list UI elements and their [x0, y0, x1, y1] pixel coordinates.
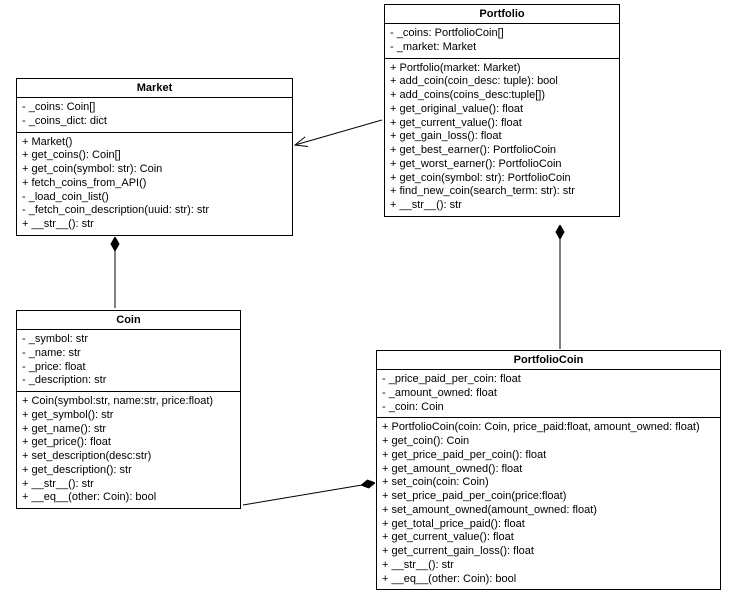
class-name: Market	[17, 79, 292, 98]
member-row: + get_coin(symbol: str): PortfolioCoin	[390, 172, 614, 186]
member-row: + fetch_coins_from_API()	[22, 177, 287, 191]
comp-portfoliocoin-coin	[243, 483, 374, 505]
member-row: + Market()	[22, 136, 287, 150]
member-row: + __str__(): str	[390, 199, 614, 213]
member-row: - _coins: Coin[]	[22, 101, 287, 115]
member-row: + get_coins(): Coin[]	[22, 149, 287, 163]
member-row: + get_best_earner(): PortfolioCoin	[390, 144, 614, 158]
member-row: + get_description(): str	[22, 464, 235, 478]
class-name: Portfolio	[385, 5, 619, 24]
class-methods: + Coin(symbol:str, name:str, price:float…	[17, 392, 240, 508]
member-row: + Coin(symbol:str, name:str, price:float…	[22, 395, 235, 409]
class-portfolio: Portfolio - _coins: PortfolioCoin[]- _ma…	[384, 4, 620, 217]
member-row: + __str__(): str	[382, 559, 715, 573]
member-row: - _amount_owned: float	[382, 387, 715, 401]
member-row: + set_description(desc:str)	[22, 450, 235, 464]
class-market: Market - _coins: Coin[]- _coins_dict: di…	[16, 78, 293, 236]
class-attrs: - _coins: PortfolioCoin[]- _market: Mark…	[385, 24, 619, 59]
class-methods: + PortfolioCoin(coin: Coin, price_paid:f…	[377, 418, 720, 589]
class-name: PortfolioCoin	[377, 351, 720, 370]
member-row: - _symbol: str	[22, 333, 235, 347]
member-row: + get_coin(symbol: str): Coin	[22, 163, 287, 177]
class-name: Coin	[17, 311, 240, 330]
member-row: + add_coins(coins_desc:tuple[])	[390, 89, 614, 103]
class-attrs: - _coins: Coin[]- _coins_dict: dict	[17, 98, 292, 133]
member-row: + __str__(): str	[22, 218, 287, 232]
member-row: - _fetch_coin_description(uuid: str): st…	[22, 204, 287, 218]
member-row: + Portfolio(market: Market)	[390, 62, 614, 76]
class-portfoliocoin: PortfolioCoin - _price_paid_per_coin: fl…	[376, 350, 721, 590]
member-row: + get_current_gain_loss(): float	[382, 545, 715, 559]
member-row: - _market: Market	[390, 41, 614, 55]
class-methods: + Portfolio(market: Market)+ add_coin(co…	[385, 59, 619, 216]
member-row: + get_name(): str	[22, 423, 235, 437]
member-row: - _name: str	[22, 347, 235, 361]
member-row: + get_coin(): Coin	[382, 435, 715, 449]
class-attrs: - _price_paid_per_coin: float- _amount_o…	[377, 370, 720, 418]
member-row: + get_current_value(): float	[382, 531, 715, 545]
class-methods: + Market()+ get_coins(): Coin[]+ get_coi…	[17, 133, 292, 235]
member-row: - _price: float	[22, 361, 235, 375]
class-name-text: Portfolio	[479, 8, 524, 20]
member-row: + get_worst_earner(): PortfolioCoin	[390, 158, 614, 172]
member-row: - _price_paid_per_coin: float	[382, 373, 715, 387]
member-row: + set_amount_owned(amount_owned: float)	[382, 504, 715, 518]
member-row: + get_symbol(): str	[22, 409, 235, 423]
member-row: + get_amount_owned(): float	[382, 463, 715, 477]
assoc-portfolio-market	[295, 120, 382, 145]
member-row: + __str__(): str	[22, 478, 235, 492]
member-row: + __eq__(other: Coin): bool	[382, 573, 715, 587]
member-row: + get_gain_loss(): float	[390, 130, 614, 144]
class-name-text: Market	[137, 82, 172, 94]
member-row: + set_price_paid_per_coin(price:float)	[382, 490, 715, 504]
member-row: - _coin: Coin	[382, 401, 715, 415]
class-name-text: PortfolioCoin	[514, 354, 584, 366]
member-row: + set_coin(coin: Coin)	[382, 476, 715, 490]
member-row: + find_new_coin(search_term: str): str	[390, 185, 614, 199]
member-row: + get_price(): float	[22, 436, 235, 450]
member-row: - _load_coin_list()	[22, 191, 287, 205]
class-name-text: Coin	[116, 314, 140, 326]
member-row: + PortfolioCoin(coin: Coin, price_paid:f…	[382, 421, 715, 435]
member-row: + add_coin(coin_desc: tuple): bool	[390, 75, 614, 89]
member-row: + get_original_value(): float	[390, 103, 614, 117]
member-row: + __eq__(other: Coin): bool	[22, 491, 235, 505]
member-row: - _coins: PortfolioCoin[]	[390, 27, 614, 41]
member-row: + get_price_paid_per_coin(): float	[382, 449, 715, 463]
member-row: - _description: str	[22, 374, 235, 388]
class-coin: Coin - _symbol: str- _name: str- _price:…	[16, 310, 241, 509]
member-row: + get_current_value(): float	[390, 117, 614, 131]
member-row: + get_total_price_paid(): float	[382, 518, 715, 532]
member-row: - _coins_dict: dict	[22, 115, 287, 129]
class-attrs: - _symbol: str- _name: str- _price: floa…	[17, 330, 240, 392]
